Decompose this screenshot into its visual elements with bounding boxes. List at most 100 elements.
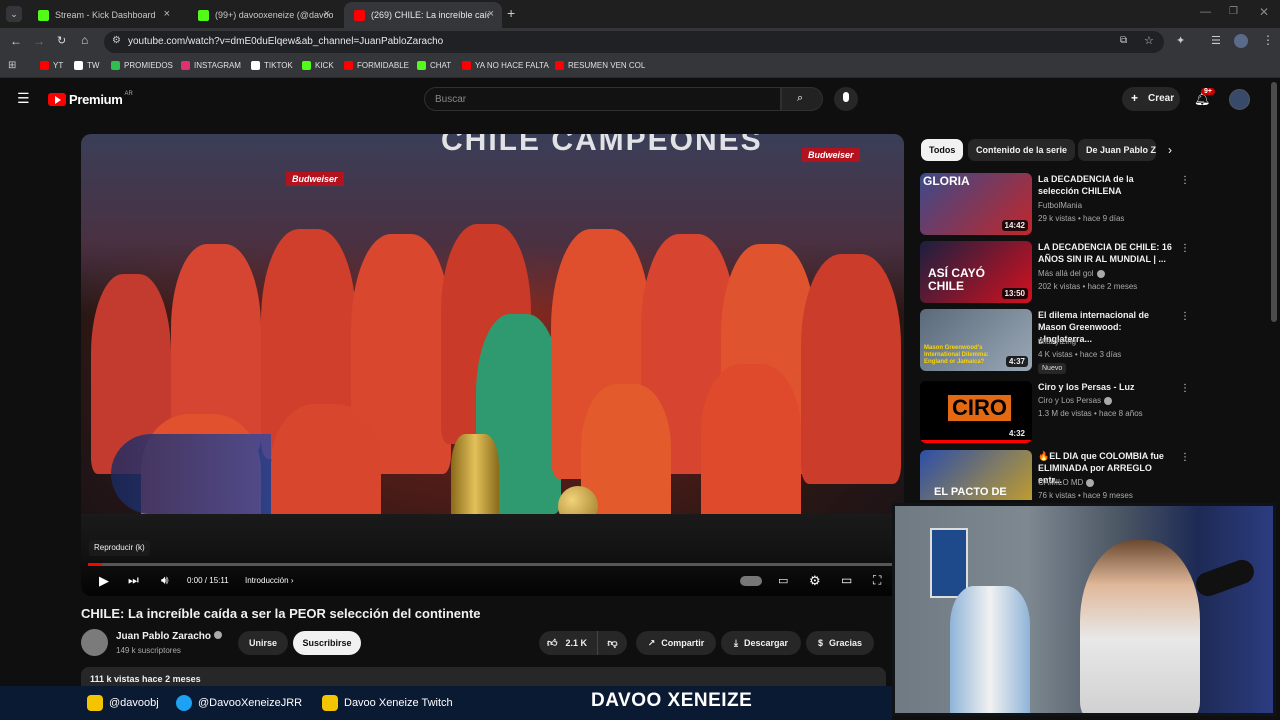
bookmark-promiedos[interactable]: PROMIEDOS xyxy=(111,61,173,70)
download-button[interactable]: ⤓ Descargar xyxy=(721,631,801,655)
install-icon[interactable]: ⧉ xyxy=(1120,35,1127,46)
verified-icon xyxy=(1096,269,1105,278)
search-input[interactable]: Buscar xyxy=(424,87,781,111)
channel-name[interactable]: Juan Pablo Zaracho xyxy=(116,631,223,642)
tab-youtube-video[interactable]: (269) CHILE: La increíble caída a ser la… xyxy=(344,2,502,28)
bookmark-ya-no-hace-falta[interactable]: YA NO HACE FALTA xyxy=(462,61,549,70)
home-icon[interactable]: ⌂ xyxy=(81,33,88,47)
apps-icon[interactable]: ⊞ xyxy=(8,60,16,71)
settings-icon[interactable]: ⚙ xyxy=(809,573,821,589)
recommended-video[interactable]: CIRO 4:32 Ciro y los Persas - Luz Ciro y… xyxy=(920,381,1190,443)
notifications-button[interactable]: 🔔︎ 9+ xyxy=(1194,88,1215,107)
play-icon[interactable]: ▶ xyxy=(99,573,109,589)
tiktok-icon xyxy=(251,61,260,70)
close-icon[interactable]: × xyxy=(164,8,170,20)
kick-icon xyxy=(302,61,311,70)
more-options-icon[interactable]: ⋮ xyxy=(1180,243,1190,254)
more-options-icon[interactable]: ⋮ xyxy=(1180,383,1190,394)
video-duration: 4:37 xyxy=(1005,356,1028,367)
copa-banner xyxy=(111,434,271,514)
description-box[interactable]: 111 k vistas hace 2 meses xyxy=(81,667,886,687)
chip-todos[interactable]: Todos xyxy=(921,139,964,161)
extensions-icon[interactable]: ✦ xyxy=(1176,34,1185,47)
video-player[interactable]: CHILE CAMPEONES Budweiser Budweiser xyxy=(81,134,904,596)
subscribe-button[interactable]: Suscribirse xyxy=(293,631,361,655)
youtube-icon xyxy=(462,61,471,70)
subtitles-icon[interactable]: ▭ xyxy=(778,574,788,587)
menu-icon[interactable]: ⋮ xyxy=(1262,33,1274,47)
chip-contenido-serie[interactable]: Contenido de la serie xyxy=(968,139,1076,161)
channel-name: Más allá del gol xyxy=(1038,269,1105,278)
video-duration: 14:42 xyxy=(1001,220,1028,231)
browser-tab-strip: ⌄ Stream - Kick Dashboard × (99+) davoox… xyxy=(0,0,1280,28)
voice-search-button[interactable] xyxy=(834,87,858,111)
fullscreen-icon[interactable]: ⛶ xyxy=(873,573,881,588)
bookmark-yt[interactable]: YT xyxy=(40,61,63,70)
thanks-button[interactable]: $ Gracias xyxy=(806,631,874,655)
profile-avatar[interactable] xyxy=(1234,34,1248,48)
volume-icon[interactable]: 🔊︎ xyxy=(161,573,169,588)
maximize-button[interactable]: ❐ xyxy=(1229,6,1238,17)
bookmark-tiktok[interactable]: TIKTOK xyxy=(251,61,293,70)
close-icon[interactable]: × xyxy=(488,8,494,20)
dislike-button[interactable]: 👎︎ xyxy=(597,631,627,655)
sponsor-board: Budweiser xyxy=(802,148,860,162)
create-button[interactable]: + Crear xyxy=(1122,87,1180,111)
hamburger-menu-icon[interactable]: ☰ xyxy=(17,90,30,107)
plus-icon: + xyxy=(1131,91,1139,105)
channel-avatar[interactable] xyxy=(81,629,108,656)
bookmarks-bar: ⊞ YT TW PROMIEDOS INSTAGRAM TIKTOK KICK … xyxy=(0,56,1280,78)
minimize-button[interactable]: — xyxy=(1200,6,1211,18)
account-avatar[interactable] xyxy=(1229,89,1250,110)
like-button[interactable]: 👍︎ 2.1 K xyxy=(539,631,597,655)
recommended-video[interactable]: EL PACTO DE 🔥EL DIA que COLOMBIA fue ELI… xyxy=(920,450,1190,500)
site-info-icon[interactable]: ⚙ xyxy=(112,35,121,46)
video-meta: 76 k vistas • hace 9 meses xyxy=(1038,491,1133,500)
close-icon[interactable]: × xyxy=(324,8,330,20)
subscriber-count: 149 k suscriptores xyxy=(116,646,181,655)
more-options-icon[interactable]: ⋮ xyxy=(1180,175,1190,186)
next-icon[interactable]: ⏭︎ xyxy=(128,573,139,588)
tab-kick-dashboard[interactable]: Stream - Kick Dashboard × xyxy=(28,2,178,28)
bookmark-star-icon[interactable]: ☆ xyxy=(1144,34,1154,47)
thumbs-down-icon: 👎︎ xyxy=(607,638,618,649)
bookmark-chat[interactable]: CHAT xyxy=(417,61,451,70)
video-title: LA DECADENCIA DE CHILE: 16 AÑOS SIN IR A… xyxy=(1038,242,1172,264)
theater-mode-icon[interactable]: ▭ xyxy=(841,573,852,587)
close-window-button[interactable]: ✕ xyxy=(1259,5,1269,19)
verified-icon xyxy=(1086,478,1095,487)
more-options-icon[interactable]: ⋮ xyxy=(1180,452,1190,463)
more-options-icon[interactable]: ⋮ xyxy=(1180,311,1190,322)
new-tab-button[interactable]: + xyxy=(507,5,515,21)
tab-search-icon[interactable]: ⌄ xyxy=(6,6,22,22)
channel-name: Ciro y Los Persas xyxy=(1038,396,1113,405)
bookmark-formidable[interactable]: FORMIDABLE xyxy=(344,61,409,70)
reload-icon[interactable]: ↻ xyxy=(57,34,66,47)
recommended-video[interactable]: GLORIA 14:42 La DECADENCIA de la selecci… xyxy=(920,173,1190,235)
chapter-button[interactable]: Introducción › xyxy=(245,576,293,585)
bookmark-resumen-ven-col[interactable]: RESUMEN VEN COL xyxy=(555,61,645,70)
bookmark-tw[interactable]: TW xyxy=(74,61,99,70)
autoplay-toggle[interactable] xyxy=(740,576,762,586)
tab-label: (99+) davooxeneize (@davooxeneize) xyxy=(215,10,333,20)
recommended-video[interactable]: ASÍ CAYÓ CHILE 13:50 LA DECADENCIA DE CH… xyxy=(920,241,1190,303)
share-icon: ↗ xyxy=(647,637,656,648)
search-button[interactable]: ⌕ xyxy=(781,87,823,111)
address-bar[interactable]: ⚙ youtube.com/watch?v=dmE0duElqew&ab_cha… xyxy=(104,31,1164,53)
chevron-right-icon[interactable]: › xyxy=(1168,143,1172,157)
back-icon[interactable]: ← xyxy=(10,34,22,48)
share-button[interactable]: ↗ Compartir xyxy=(636,631,716,655)
thumbnail-text: GLORIA xyxy=(923,174,970,188)
youtube-logo[interactable]: Premium AR xyxy=(48,91,133,107)
reading-list-icon[interactable]: ☰ xyxy=(1211,34,1221,47)
forward-icon[interactable]: → xyxy=(33,34,45,48)
join-button[interactable]: Unirse xyxy=(238,631,288,655)
recommended-video[interactable]: Mason Greenwood's International Dilemma:… xyxy=(920,309,1190,374)
bookmark-kick[interactable]: KICK xyxy=(302,61,334,70)
bookmark-instagram[interactable]: INSTAGRAM xyxy=(181,61,241,70)
page-scrollbar[interactable] xyxy=(1271,82,1277,322)
youtube-icon xyxy=(40,61,49,70)
tab-davooxeneize[interactable]: (99+) davooxeneize (@davooxeneize) × xyxy=(188,2,338,28)
chip-de-juan-pablo[interactable]: De Juan Pablo Z xyxy=(1078,139,1156,161)
download-icon: ⤓ xyxy=(733,637,738,648)
